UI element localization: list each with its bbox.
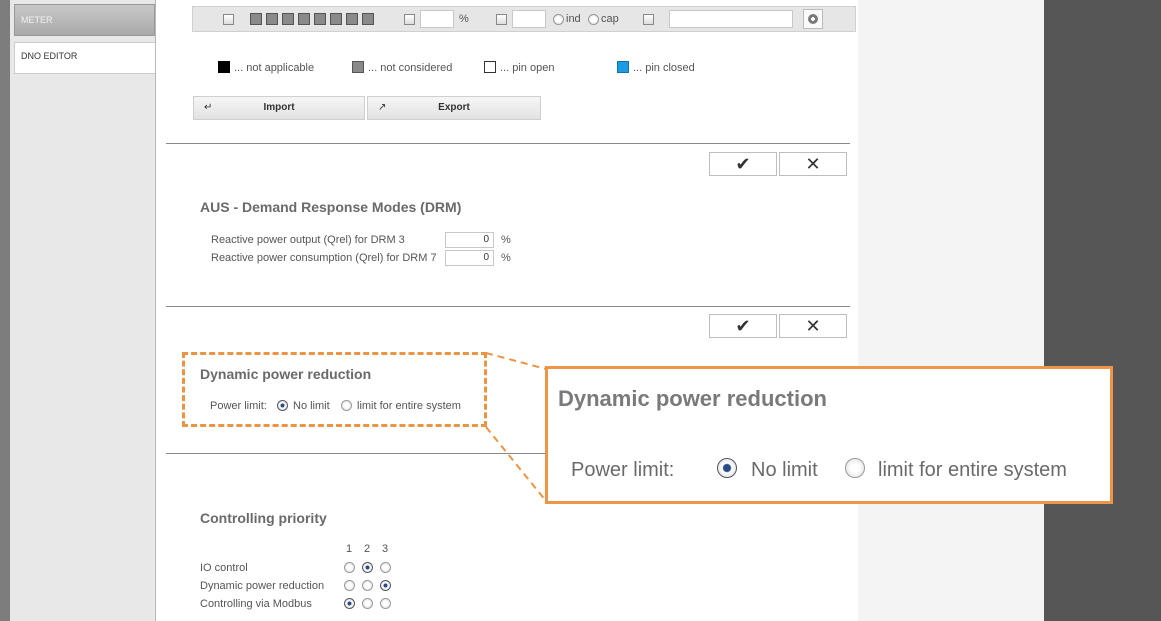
import-label: Import xyxy=(263,102,295,113)
modbus-priority-1-radio[interactable] xyxy=(344,598,355,609)
add-row-button[interactable] xyxy=(803,9,823,29)
confirm-button-2[interactable]: ✔ xyxy=(709,314,777,338)
cancel-button[interactable]: ✕ xyxy=(779,152,847,176)
left-edge-bar xyxy=(0,0,10,621)
io-priority-2-radio[interactable] xyxy=(362,562,373,573)
right-dark-panel xyxy=(1044,0,1161,621)
priority-col-3: 3 xyxy=(382,543,389,555)
dynamic-priority-1-radio[interactable] xyxy=(344,580,355,591)
priority-col-2: 2 xyxy=(364,543,371,555)
drm7-unit: % xyxy=(501,252,511,264)
sidebar-item-meter[interactable]: METER xyxy=(14,4,155,36)
legend-pin-closed: ... pin closed xyxy=(633,62,695,74)
drm7-input[interactable]: 0 xyxy=(445,250,494,266)
modbus-priority-2-radio[interactable] xyxy=(362,598,373,609)
priority-row-io-label: IO control xyxy=(200,562,248,574)
pin-square-3[interactable] xyxy=(282,13,294,25)
pin-square-8[interactable] xyxy=(362,13,374,25)
sidebar-item-dno-editor[interactable]: DNO EDITOR xyxy=(14,42,155,74)
cancel-button-2[interactable]: ✕ xyxy=(779,314,847,338)
legend-not-applicable: ... not applicable xyxy=(234,62,315,74)
pin-square-1[interactable] xyxy=(250,13,262,25)
legend-blue-square xyxy=(617,61,629,73)
drm7-label: Reactive power consumption (Qrel) for DR… xyxy=(211,252,437,264)
drm3-unit: % xyxy=(501,234,511,246)
export-icon: ↗ xyxy=(378,102,387,113)
priority-row-dynamic-label: Dynamic power reduction xyxy=(200,580,325,592)
percent-unit: % xyxy=(459,13,469,25)
no-limit-label: No limit xyxy=(293,400,330,412)
zoom-entire-system-label: limit for entire system xyxy=(878,459,1067,481)
legend-gray-square xyxy=(352,61,364,73)
dynamic-priority-2-radio[interactable] xyxy=(362,580,373,591)
no-limit-radio[interactable] xyxy=(277,400,288,411)
section-divider-3 xyxy=(166,453,546,454)
zoom-no-limit-radio xyxy=(717,458,737,478)
drm3-input[interactable]: 0 xyxy=(445,232,494,248)
cosphi-input[interactable] xyxy=(512,10,546,28)
power-limit-label: Power limit: xyxy=(210,400,267,412)
zoom-title: Dynamic power reduction xyxy=(558,386,827,411)
legend-pin-open: ... pin open xyxy=(500,62,555,74)
ind-label: ind xyxy=(566,13,581,25)
section-divider-2 xyxy=(166,306,850,307)
priority-col-1: 1 xyxy=(346,543,353,555)
entire-system-radio[interactable] xyxy=(341,400,352,411)
export-label: Export xyxy=(438,102,470,113)
dynamic-title: Dynamic power reduction xyxy=(200,366,372,382)
priority-row-modbus-label: Controlling via Modbus xyxy=(200,598,312,610)
pin-square-6[interactable] xyxy=(330,13,342,25)
io-priority-1-radio[interactable] xyxy=(344,562,355,573)
zoom-no-limit-label: No limit xyxy=(751,459,818,481)
row-checkbox[interactable] xyxy=(223,14,234,25)
percent-input[interactable] xyxy=(420,10,454,28)
cap-label: cap xyxy=(601,13,619,25)
pin-square-5[interactable] xyxy=(314,13,326,25)
legend-black-square xyxy=(218,61,230,73)
import-button[interactable]: ↵ Import xyxy=(193,96,365,120)
cosphi-checkbox[interactable] xyxy=(496,14,507,25)
pin-square-7[interactable] xyxy=(346,13,358,25)
confirm-button[interactable]: ✔ xyxy=(709,152,777,176)
percent-checkbox[interactable] xyxy=(404,14,415,25)
drm3-label: Reactive power output (Qrel) for DRM 3 xyxy=(211,234,405,246)
export-button[interactable]: ↗ Export xyxy=(367,96,541,120)
legend-white-square xyxy=(484,61,496,73)
sidebar xyxy=(10,0,156,621)
pin-square-4[interactable] xyxy=(298,13,310,25)
import-icon: ↵ xyxy=(204,102,213,113)
section-divider-1 xyxy=(166,143,850,144)
plus-v xyxy=(812,17,814,21)
highlight-box xyxy=(182,352,487,427)
zoom-callout: Dynamic power reduction Power limit: No … xyxy=(545,366,1113,504)
ind-radio[interactable] xyxy=(553,14,564,25)
extra-checkbox[interactable] xyxy=(643,14,654,25)
legend-not-considered: ... not considered xyxy=(368,62,453,74)
entire-system-label: limit for entire system xyxy=(357,400,461,412)
right-gutter xyxy=(858,0,1044,621)
zoom-power-limit-label: Power limit: xyxy=(571,459,675,481)
cap-radio[interactable] xyxy=(588,14,599,25)
value-input[interactable] xyxy=(669,10,793,28)
io-priority-3-radio[interactable] xyxy=(380,562,391,573)
dynamic-priority-3-radio[interactable] xyxy=(380,580,391,591)
modbus-priority-3-radio[interactable] xyxy=(380,598,391,609)
drm-title: AUS - Demand Response Modes (DRM) xyxy=(200,199,462,215)
zoom-entire-system-radio xyxy=(845,458,865,478)
priority-title: Controlling priority xyxy=(200,510,327,526)
pin-square-2[interactable] xyxy=(266,13,278,25)
